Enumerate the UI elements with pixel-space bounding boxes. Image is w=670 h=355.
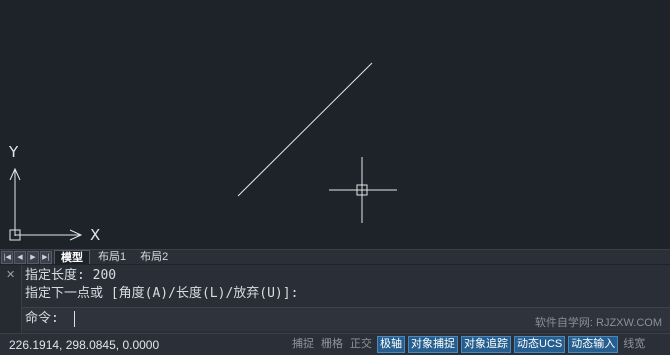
drafting-toggles: 捕捉 栅格 正交 极轴 对象捕捉 对象追踪 动态UCS 动态输入 线宽: [290, 336, 650, 353]
command-panel: ✕ 指定长度: 200 指定下一点或 [角度(A)/长度(L)/放弃(U)]: …: [0, 265, 670, 333]
tab-last-button[interactable]: ▶|: [40, 250, 52, 264]
drawing-canvas[interactable]: Y X: [0, 0, 670, 249]
toggle-lineweight[interactable]: 线宽: [621, 336, 647, 353]
toggle-otrack[interactable]: 对象追踪: [461, 336, 511, 353]
toggle-ortho[interactable]: 正交: [348, 336, 374, 353]
toggle-dyn[interactable]: 动态输入: [568, 336, 619, 353]
toggle-ducs[interactable]: 动态UCS: [514, 336, 566, 353]
tab-model[interactable]: 模型: [54, 250, 90, 264]
watermark: 软件自学网: RJZXW.COM: [534, 317, 662, 329]
ucs-icon: [9, 167, 83, 241]
drawing-svg: [9, 62, 397, 241]
command-history-line: 指定下一点或 [角度(A)/长度(L)/放弃(U)]:: [25, 286, 299, 301]
toggle-osnap[interactable]: 对象捕捉: [408, 336, 458, 353]
drawn-line[interactable]: [237, 62, 373, 197]
ucs-x-label: X: [90, 226, 101, 244]
status-bar: 226.1914, 298.0845, 0.0000 捕捉 栅格 正交 极轴 对…: [0, 333, 670, 355]
tab-next-button[interactable]: ▶: [27, 250, 39, 264]
tab-layout1[interactable]: 布局1: [92, 250, 132, 264]
toggle-grid[interactable]: 栅格: [319, 336, 345, 353]
toggle-polar[interactable]: 极轴: [377, 336, 405, 353]
command-history-line: 指定长度: 200: [25, 268, 117, 283]
ucs-y-label: Y: [9, 143, 19, 161]
layout-tabbar: |◀ ◀ ▶ ▶| 模型 布局1 布局2: [0, 249, 670, 264]
toggle-snap[interactable]: 捕捉: [290, 336, 316, 353]
crosshair-cursor: [329, 157, 397, 223]
text-cursor: [74, 311, 75, 327]
close-icon[interactable]: ✕: [6, 269, 15, 280]
tab-first-button[interactable]: |◀: [1, 250, 13, 264]
command-prompt: 命令:: [25, 311, 59, 326]
command-input[interactable]: 命令: 软件自学网: RJZXW.COM: [22, 307, 670, 331]
command-side-strip: ✕: [0, 265, 22, 333]
tab-layout2[interactable]: 布局2: [134, 250, 174, 264]
coordinate-readout: 226.1914, 298.0845, 0.0000: [9, 338, 160, 352]
tab-prev-button[interactable]: ◀: [14, 250, 26, 264]
